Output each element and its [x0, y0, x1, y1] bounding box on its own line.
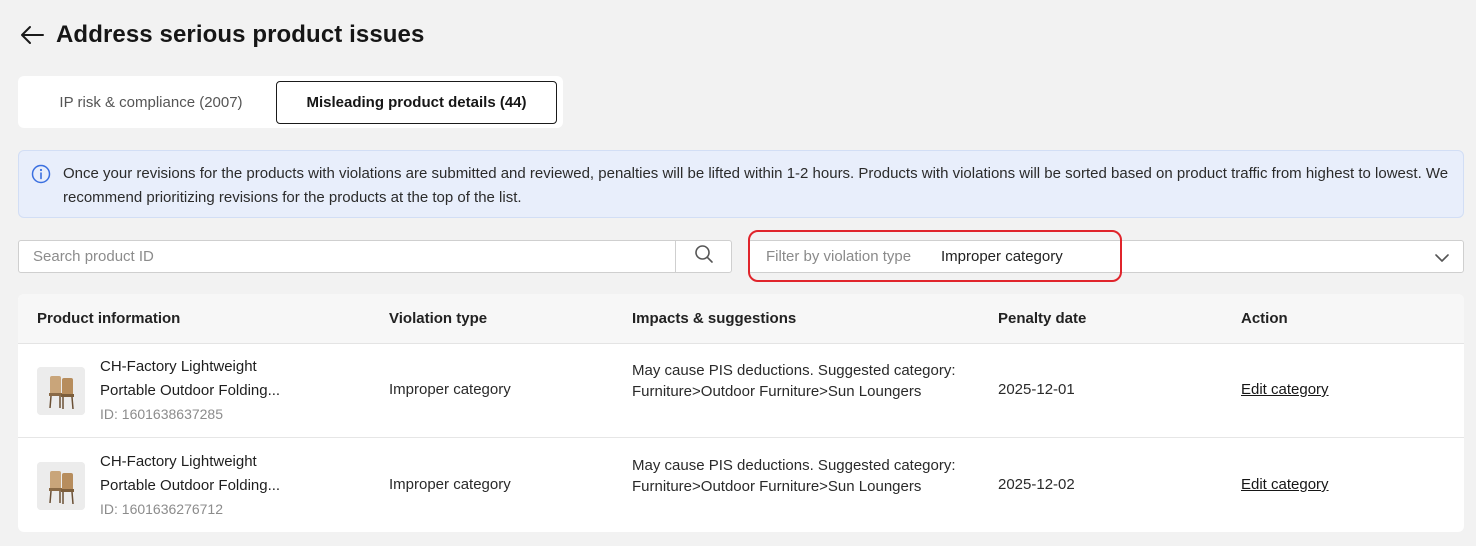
impact-suggestion: May cause PIS deductions. Suggested cate… — [632, 457, 956, 495]
impact-suggestion: May cause PIS deductions. Suggested cate… — [632, 362, 956, 400]
info-notice: Once your revisions for the products wit… — [18, 150, 1464, 218]
arrow-left-icon[interactable] — [18, 21, 46, 49]
filter-value: Improper category — [941, 248, 1063, 265]
tab-misleading-product-details[interactable]: Misleading product details (44) — [276, 81, 557, 124]
column-header-product-information: Product information — [37, 310, 181, 327]
tab-bar: IP risk & compliance (2007) Misleading p… — [18, 76, 563, 128]
page-header: Address serious product issues — [18, 18, 424, 52]
product-thumbnail — [37, 367, 85, 415]
chevron-down-icon — [1433, 249, 1451, 267]
column-header-impacts-suggestions: Impacts & suggestions — [632, 310, 797, 327]
violations-table: Product information Violation type Impac… — [18, 294, 1464, 532]
filter-label: Filter by violation type — [766, 248, 912, 265]
info-icon — [31, 164, 51, 184]
search-button[interactable] — [675, 241, 731, 272]
column-header-action: Action — [1241, 310, 1288, 327]
page-title: Address serious product issues — [56, 21, 425, 48]
product-id: ID: 1601636276712 — [100, 501, 223, 517]
violation-type: Improper category — [389, 476, 511, 493]
table-header: Product information Violation type Impac… — [18, 294, 1464, 344]
product-name: CH-Factory Lightweight Portable Outdoor … — [100, 358, 281, 399]
edit-category-link[interactable]: Edit category — [1241, 476, 1329, 493]
column-header-penalty-date: Penalty date — [998, 310, 1087, 327]
penalty-date: 2025-12-02 — [998, 476, 1075, 493]
search-box — [18, 240, 732, 273]
penalty-date: 2025-12-01 — [998, 381, 1075, 398]
product-name: CH-Factory Lightweight Portable Outdoor … — [100, 453, 281, 494]
tab-ip-risk-compliance[interactable]: IP risk & compliance (2007) — [28, 81, 274, 124]
violation-type-filter[interactable]: Filter by violation type Improper catego… — [748, 240, 1464, 273]
search-icon — [694, 244, 714, 269]
search-input[interactable] — [20, 242, 675, 271]
edit-category-link[interactable]: Edit category — [1241, 381, 1329, 398]
notice-text: Once your revisions for the products wit… — [63, 165, 1449, 206]
table-row: CH-Factory Lightweight Portable Outdoor … — [18, 344, 1464, 438]
product-id: ID: 1601638637285 — [100, 406, 223, 422]
column-header-violation-type: Violation type — [389, 310, 488, 327]
table-row: CH-Factory Lightweight Portable Outdoor … — [18, 439, 1464, 532]
product-thumbnail — [37, 462, 85, 510]
violation-type: Improper category — [389, 381, 511, 398]
